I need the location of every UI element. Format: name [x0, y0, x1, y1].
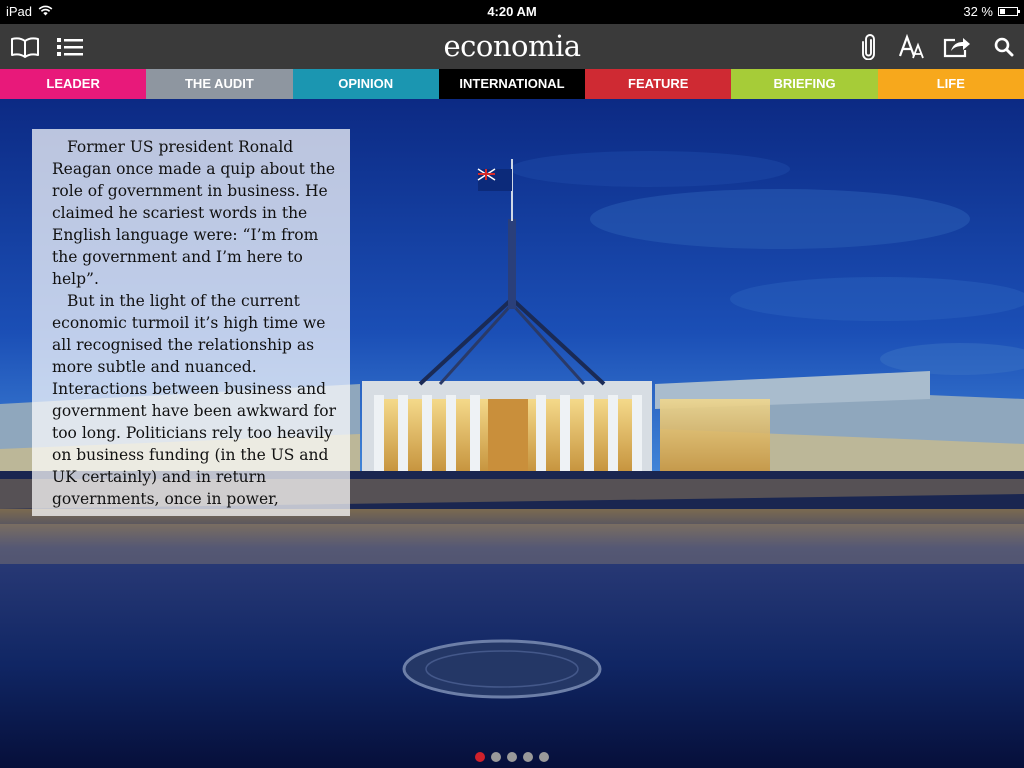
page-dot[interactable] — [475, 752, 485, 762]
battery-percent: 32 % — [963, 4, 993, 19]
tab-feature[interactable]: FEATURE — [585, 69, 732, 107]
font-size-icon[interactable] — [897, 24, 927, 69]
battery-fill — [1000, 9, 1006, 14]
search-icon[interactable] — [990, 24, 1018, 69]
tab-international[interactable]: INTERNATIONAL — [438, 69, 586, 99]
page-dot[interactable] — [491, 752, 501, 762]
share-icon[interactable] — [940, 24, 974, 69]
tab-opinion[interactable]: OPINION — [292, 69, 439, 99]
page-dot[interactable] — [507, 752, 517, 762]
paperclip-icon[interactable] — [856, 24, 882, 69]
article-paragraph: But in the light of the current economic… — [52, 292, 336, 508]
article-text-panel: Former US president Ronald Reagan once m… — [32, 129, 350, 516]
tab-life[interactable]: LIFE — [877, 69, 1024, 99]
tab-the-audit[interactable]: THE AUDIT — [146, 69, 293, 99]
app-toolbar: economia — [0, 24, 1024, 69]
battery-icon — [998, 7, 1020, 16]
page-dot[interactable] — [539, 752, 549, 762]
page-dot[interactable] — [523, 752, 533, 762]
tab-briefing[interactable]: BRIEFING — [731, 69, 878, 99]
battery-group: 32 % — [963, 4, 1020, 19]
tab-leader[interactable]: LEADER — [0, 69, 147, 99]
section-tabs: LEADER THE AUDIT OPINION INTERNATIONAL F… — [0, 69, 1024, 107]
page-indicator — [0, 752, 1024, 762]
article-paragraph: Former US president Ronald Reagan once m… — [52, 138, 336, 288]
clock: 4:20 AM — [487, 4, 537, 19]
status-bar: iPad 4:20 AM 32 % — [0, 0, 1024, 24]
